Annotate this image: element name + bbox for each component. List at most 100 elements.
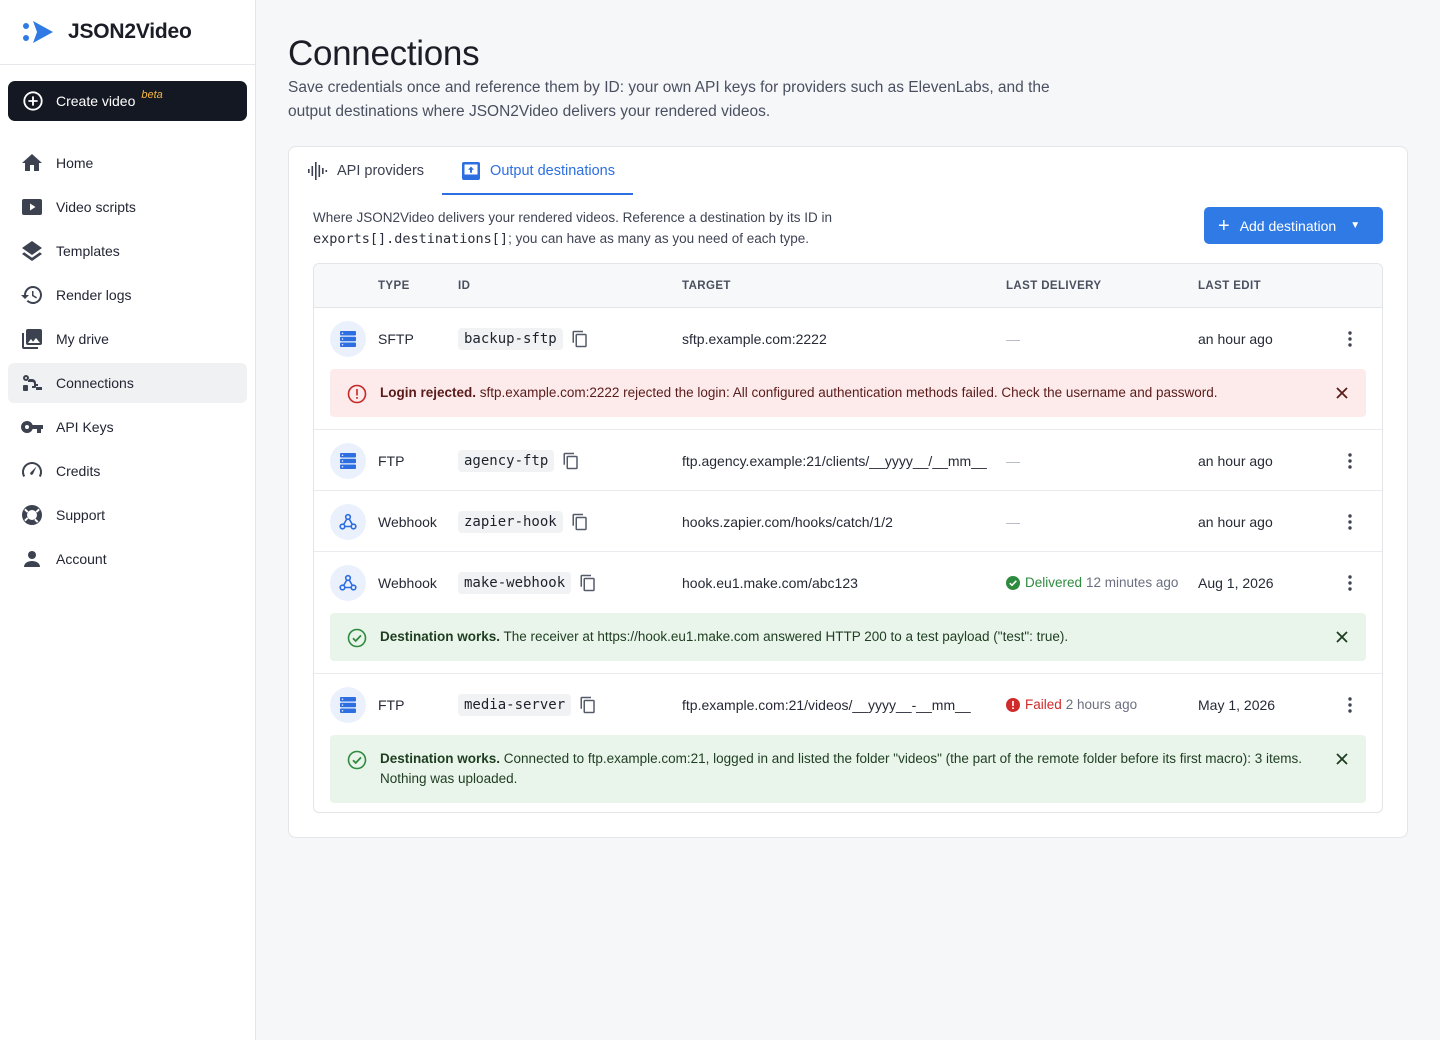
gauge-icon xyxy=(22,462,42,477)
waveform-icon xyxy=(308,162,328,180)
delivery-status: Failed 2 hours ago xyxy=(1006,697,1137,712)
intro-text-end: ; you can have as many as you need of ea… xyxy=(508,231,810,246)
tab-output-destinations[interactable]: Output destinations xyxy=(442,147,633,195)
sidebar-item-label: Templates xyxy=(56,243,120,259)
tab-api-providers[interactable]: API providers xyxy=(289,147,442,195)
alert-text: The receiver at https://hook.eu1.make.co… xyxy=(503,629,1069,644)
sidebar-item-support[interactable]: Support xyxy=(8,495,247,535)
plus-icon: + xyxy=(1218,214,1230,237)
json2video-logo-icon xyxy=(23,21,53,43)
sidebar-item-my-drive[interactable]: My drive xyxy=(8,319,247,359)
webhook-icon xyxy=(330,503,366,540)
last-edit-cell: an hour ago xyxy=(1198,452,1273,469)
destination-id: make-webhook xyxy=(458,571,572,594)
sidebar-item-label: Account xyxy=(56,551,107,567)
intro-text: Where JSON2Video delivers your rendered … xyxy=(313,210,833,225)
add-destination-label: Add destination xyxy=(1239,217,1337,234)
copy-icon[interactable] xyxy=(571,513,589,531)
video-icon xyxy=(22,199,42,215)
copy-icon[interactable] xyxy=(571,330,589,348)
delivery-time: 2 hours ago xyxy=(1065,697,1138,712)
more-vert-icon[interactable] xyxy=(1340,329,1360,349)
error-icon xyxy=(347,384,367,404)
last-edit-cell: an hour ago xyxy=(1198,513,1273,530)
more-vert-icon[interactable] xyxy=(1340,695,1360,715)
table-row[interactable]: SFTP backup-sftp sftp.example.com:2222 —… xyxy=(314,308,1382,369)
sidebar-item-templates[interactable]: Templates xyxy=(8,231,247,271)
sidebar-item-label: Video scripts xyxy=(56,199,136,215)
caret-down-icon[interactable]: ▼ xyxy=(1350,220,1360,231)
table-row[interactable]: Webhook make-webhook hook.eu1.make.com/a… xyxy=(314,552,1382,613)
alert-title: Destination works. xyxy=(380,629,501,644)
type-cell: Webhook xyxy=(378,574,437,591)
upload-box-icon xyxy=(462,162,481,180)
destination-id: media-server xyxy=(458,693,572,716)
last-edit-cell: an hour ago xyxy=(1198,330,1273,347)
lifebuoy-icon xyxy=(22,505,42,525)
table-row[interactable]: Webhook zapier-hook hooks.zapier.com/hoo… xyxy=(314,491,1382,552)
sidebar-item-label: Home xyxy=(56,155,94,171)
connections-card: API providers Output destinations Where … xyxy=(288,146,1408,838)
sidebar: JSON2Video Create video beta Home Video … xyxy=(0,0,256,1040)
sidebar-item-api-keys[interactable]: API Keys xyxy=(8,407,247,447)
type-cell: FTP xyxy=(378,452,405,469)
success-alert: Destination works. The receiver at https… xyxy=(330,613,1366,661)
close-icon[interactable] xyxy=(1334,629,1350,645)
add-circle-icon xyxy=(23,91,43,111)
target-cell: ftp.example.com:21/videos/__yyyy__-__mm_… xyxy=(682,696,971,713)
intro-code: exports[].destinations[] xyxy=(313,231,509,247)
more-vert-icon[interactable] xyxy=(1340,451,1360,471)
copy-icon[interactable] xyxy=(562,452,580,470)
type-cell: FTP xyxy=(378,696,405,713)
delivery-status-label: Failed xyxy=(1025,697,1062,712)
history-icon xyxy=(21,286,42,304)
more-vert-icon[interactable] xyxy=(1340,512,1360,532)
sidebar-item-video-scripts[interactable]: Video scripts xyxy=(8,187,247,227)
sidebar-item-connections[interactable]: Connections xyxy=(8,363,247,403)
last-delivery-cell: — xyxy=(1006,330,1020,347)
add-destination-button[interactable]: + Add destination ▼ xyxy=(1204,207,1383,244)
create-video-button[interactable]: Create video beta xyxy=(8,81,247,121)
check-circle-icon xyxy=(1006,575,1020,590)
column-header-id: ID xyxy=(458,279,471,292)
sidebar-item-home[interactable]: Home xyxy=(8,143,247,183)
webhook-icon xyxy=(330,564,366,601)
more-vert-icon[interactable] xyxy=(1340,573,1360,593)
alert-text: Connected to ftp.example.com:21, logged … xyxy=(380,751,1303,786)
close-icon[interactable] xyxy=(1334,751,1350,767)
connections-icon xyxy=(23,375,42,391)
sidebar-item-credits[interactable]: Credits xyxy=(8,451,247,491)
person-icon xyxy=(24,551,40,567)
check-circle-outline-icon xyxy=(347,750,367,770)
server-icon xyxy=(330,320,366,357)
destination-block: Webhook make-webhook hook.eu1.make.com/a… xyxy=(314,552,1382,674)
server-icon xyxy=(330,686,366,723)
column-header-target: TARGET xyxy=(682,279,731,292)
copy-icon[interactable] xyxy=(579,696,597,714)
sidebar-item-label: Support xyxy=(56,507,106,523)
copy-icon[interactable] xyxy=(579,574,597,592)
table-row[interactable]: FTP agency-ftp ftp.agency.example:21/cli… xyxy=(314,430,1382,491)
tab-label: API providers xyxy=(337,163,425,179)
column-header-type: TYPE xyxy=(378,279,410,292)
last-delivery-cell: — xyxy=(1006,513,1020,530)
brand[interactable]: JSON2Video xyxy=(0,0,255,65)
check-circle-outline-icon xyxy=(347,628,367,648)
sidebar-item-render-logs[interactable]: Render logs xyxy=(8,275,247,315)
last-delivery-cell: — xyxy=(1006,452,1020,469)
last-edit-cell: Aug 1, 2026 xyxy=(1198,574,1274,591)
table-header: TYPE ID TARGET LAST DELIVERY LAST EDIT xyxy=(314,264,1382,308)
last-edit-cell: May 1, 2026 xyxy=(1198,696,1276,713)
sidebar-item-account[interactable]: Account xyxy=(8,539,247,579)
sidebar-item-label: Connections xyxy=(56,375,134,391)
target-cell: hook.eu1.make.com/abc123 xyxy=(682,574,858,591)
delivery-status-label: Delivered xyxy=(1025,575,1083,590)
destination-id: zapier-hook xyxy=(458,510,563,533)
destination-block: FTP media-server ftp.example.com:21/vide… xyxy=(314,674,1382,803)
table-row[interactable]: FTP media-server ftp.example.com:21/vide… xyxy=(314,674,1382,735)
destination-id: agency-ftp xyxy=(458,449,555,472)
brand-name: JSON2Video xyxy=(68,20,192,43)
close-icon[interactable] xyxy=(1334,385,1350,401)
destinations-table: TYPE ID TARGET LAST DELIVERY LAST EDIT S… xyxy=(313,263,1383,813)
destination-block: SFTP backup-sftp sftp.example.com:2222 —… xyxy=(314,308,1382,430)
